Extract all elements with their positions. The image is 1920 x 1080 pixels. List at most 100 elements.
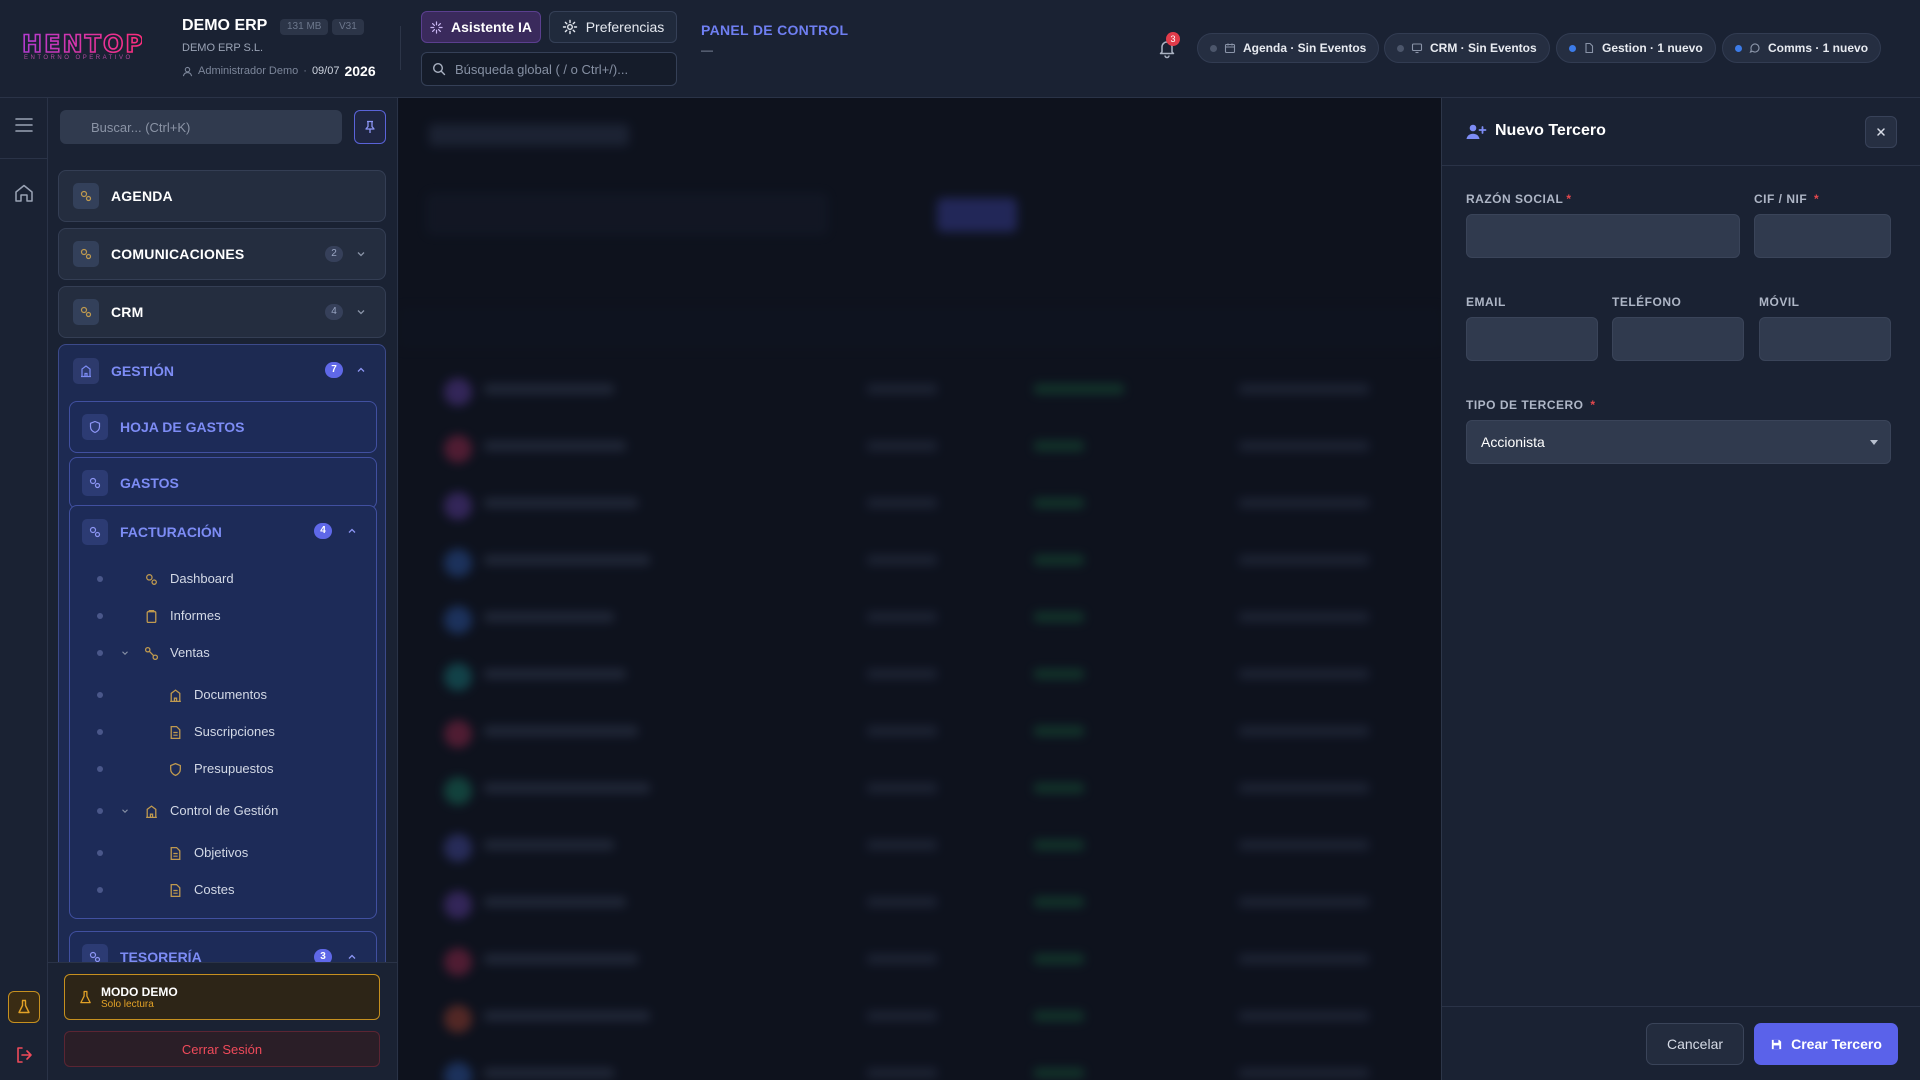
menu-icon[interactable] — [14, 116, 34, 134]
modal-overlay[interactable] — [399, 98, 1441, 1080]
monitor-icon — [1411, 43, 1423, 54]
global-search[interactable] — [421, 52, 677, 86]
logout-icon[interactable] — [14, 1045, 34, 1065]
sidebar: AGENDA COMUNICACIONES 2 CRM 4 GESTIÓN 7 … — [48, 98, 398, 1080]
tipo-tercero-value: Accionista — [1481, 434, 1545, 450]
ai-assistant-button[interactable]: Asistente IA — [421, 11, 541, 43]
chip-comms[interactable]: Comms · 1 nuevo — [1722, 33, 1882, 63]
chevron-up-icon — [357, 367, 365, 372]
count-badge: 7 — [325, 362, 343, 378]
chip-agenda[interactable]: Agenda · Sin Eventos — [1197, 33, 1380, 63]
chevron-down-icon — [122, 809, 128, 814]
chat-icon — [1749, 43, 1760, 53]
cif-nif-input[interactable] — [1755, 215, 1890, 257]
home-icon[interactable] — [13, 182, 35, 204]
new-third-party-drawer: Nuevo Tercero RAZÓN SOCIAL * CIF / NIF * … — [1441, 98, 1920, 1080]
nav-item-informes[interactable]: Informes — [70, 603, 378, 629]
bullet — [97, 650, 103, 656]
save-icon — [1771, 1039, 1782, 1049]
nav-item-objetivos[interactable]: Objetivos — [70, 840, 378, 866]
cif-nif-field[interactable] — [1754, 214, 1891, 258]
tipo-tercero-select[interactable]: Accionista — [1466, 420, 1891, 464]
chip-crm[interactable]: CRM · Sin Eventos — [1384, 33, 1550, 63]
nav-item-label: Ventas — [170, 645, 210, 660]
sidebar-search[interactable] — [60, 110, 342, 144]
nav-item-control-de-gestion[interactable]: Control de Gestión — [70, 798, 378, 824]
razon-social-input[interactable] — [1467, 215, 1739, 257]
nav-item-suscripciones[interactable]: Suscripciones — [70, 719, 378, 745]
bullet — [97, 808, 103, 814]
demo-flask-button[interactable] — [8, 991, 40, 1023]
pin-sidebar-button[interactable] — [354, 110, 386, 144]
logout-button[interactable]: Cerrar Sesión — [64, 1031, 380, 1067]
facturacion-header[interactable]: FACTURACIÓN 4 — [70, 506, 378, 558]
divider — [400, 26, 401, 70]
sidebar-section-label: COMUNICACIONES — [111, 246, 245, 262]
top-bar: HENTOP ENTORNO OPERATIVO DEMO ERP 131 MB… — [0, 0, 1920, 98]
page-title: PANEL DE CONTROL — [701, 22, 849, 38]
required-marker: * — [1566, 192, 1572, 206]
storage-size-badge: 131 MB — [280, 19, 329, 35]
current-year: 2026 — [344, 63, 376, 79]
caret-down-icon — [1870, 440, 1878, 445]
gears-icon — [73, 299, 99, 325]
nav-item-dashboard[interactable]: Dashboard — [70, 566, 378, 592]
count-badge: 2 — [325, 246, 343, 262]
chip-gestion[interactable]: Gestion · 1 nuevo — [1556, 33, 1716, 63]
chip-gestion-label: Gestion · 1 nuevo — [1602, 41, 1703, 55]
sidebar-subsection-hoja-de-gastos[interactable]: HOJA DE GASTOS — [69, 401, 377, 453]
status-dot — [1397, 44, 1404, 52]
document-icon — [170, 883, 181, 898]
movil-field[interactable] — [1759, 317, 1891, 361]
bullet — [97, 692, 103, 698]
sidebar-subsection-gastos[interactable]: GASTOS — [69, 457, 377, 509]
sidebar-section-comunicaciones[interactable]: COMUNICACIONES 2 — [58, 228, 386, 280]
company-name: DEMO ERP — [182, 17, 268, 34]
sidebar-section-label: AGENDA — [111, 188, 173, 204]
sidebar-section-agenda[interactable]: AGENDA — [58, 170, 386, 222]
cancel-button[interactable]: Cancelar — [1646, 1023, 1744, 1065]
email-field[interactable] — [1466, 317, 1598, 361]
bullet — [97, 766, 103, 772]
razon-social-field[interactable] — [1466, 214, 1740, 258]
tipo-tercero-label: TIPO DE TERCERO * — [1466, 398, 1596, 412]
chevron-up-icon — [348, 528, 356, 533]
telefono-field[interactable] — [1612, 317, 1744, 361]
bullet — [97, 613, 103, 619]
nav-item-costes[interactable]: Costes — [70, 877, 378, 903]
pin-icon — [365, 120, 375, 133]
movil-input[interactable] — [1760, 318, 1890, 360]
divider — [0, 158, 48, 159]
user-icon — [182, 66, 193, 76]
shield-icon — [82, 414, 108, 440]
create-third-party-button[interactable]: Crear Tercero — [1754, 1023, 1898, 1065]
razon-social-label: RAZÓN SOCIAL * — [1466, 192, 1572, 206]
nav-item-documentos[interactable]: Documentos — [70, 682, 378, 708]
nav-item-presupuestos[interactable]: Presupuestos — [70, 756, 378, 782]
flask-icon — [18, 999, 30, 1014]
nav-item-label: Documentos — [194, 687, 267, 702]
nav-item-label: Costes — [194, 882, 235, 897]
chevron-down-icon — [357, 310, 365, 315]
nav-item-ventas[interactable]: Ventas — [70, 640, 378, 666]
status-dot — [1735, 44, 1742, 52]
field-label-text: CIF / NIF — [1754, 192, 1808, 206]
sidebar-section-crm[interactable]: CRM 4 — [58, 286, 386, 338]
document-icon — [1585, 42, 1594, 54]
preferences-button[interactable]: Preferencias — [549, 11, 677, 43]
current-date: 09/07 — [311, 65, 340, 77]
nav-item-label: Dashboard — [170, 571, 234, 586]
sidebar-search-input[interactable] — [91, 119, 331, 135]
email-input[interactable] — [1467, 318, 1597, 360]
status-dot — [1569, 44, 1576, 52]
close-drawer-button[interactable] — [1865, 116, 1897, 148]
sidebar-section-gestion-header[interactable]: GESTIÓN 7 — [59, 345, 387, 397]
sparkle-icon — [430, 20, 443, 34]
gears-icon — [73, 183, 99, 209]
global-search-input[interactable] — [455, 61, 665, 77]
sidebar-section-label: GESTIÓN — [111, 363, 175, 379]
drawer-header: Nuevo Tercero — [1442, 98, 1920, 166]
count-badge: 4 — [325, 304, 343, 320]
demo-mode-subtitle: Solo lectura — [101, 998, 154, 1010]
telefono-input[interactable] — [1613, 318, 1743, 360]
